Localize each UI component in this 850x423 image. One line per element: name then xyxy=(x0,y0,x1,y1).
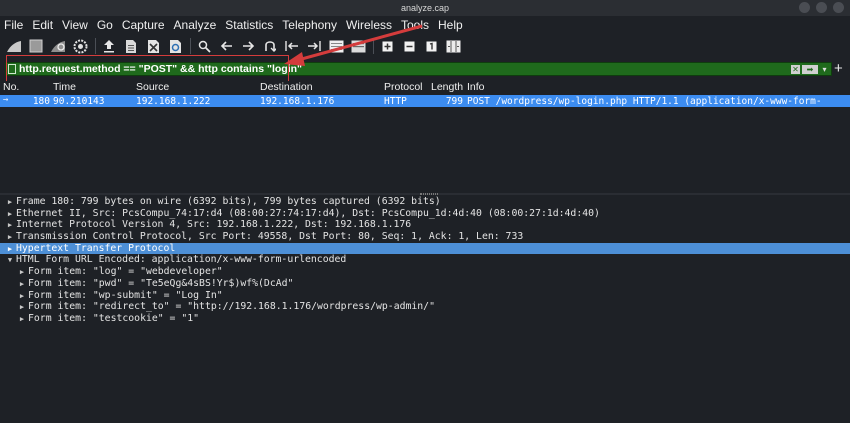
autoscroll-icon[interactable] xyxy=(328,38,344,54)
column-header-destination[interactable]: Destination xyxy=(260,81,384,95)
restart-icon[interactable] xyxy=(50,38,66,54)
apply-filter-icon[interactable]: ➡ xyxy=(802,64,818,74)
first-packet-icon[interactable] xyxy=(284,38,300,54)
maximize-button[interactable] xyxy=(816,2,827,13)
window-titlebar: analyze.cap xyxy=(0,0,850,16)
detail-form-item[interactable]: ▶ Form item: "log" = "webdeveloper" xyxy=(0,266,850,278)
expand-arrow-icon[interactable]: ▶ xyxy=(16,314,28,326)
menu-tools[interactable]: Tools xyxy=(401,18,429,32)
menu-analyze[interactable]: Analyze xyxy=(174,18,217,32)
window-controls xyxy=(799,2,844,13)
column-header-no[interactable]: No. xyxy=(0,81,53,95)
detail-text: Form item: "wp-submit" = "Log In" xyxy=(28,289,223,301)
close-window-button[interactable] xyxy=(833,2,844,13)
packet-row[interactable]: → 180 90.210143 192.168.1.222 192.168.1.… xyxy=(0,95,850,107)
last-packet-icon[interactable] xyxy=(306,38,322,54)
open-file-icon[interactable] xyxy=(101,38,117,54)
zoom-in-icon[interactable] xyxy=(379,38,395,54)
menu-go[interactable]: Go xyxy=(97,18,113,32)
detail-text: Form item: "log" = "webdeveloper" xyxy=(28,266,223,278)
detail-form-item[interactable]: ▶ Form item: "testcookie" = "1" xyxy=(0,313,850,325)
packet-time: 90.210143 xyxy=(53,95,105,107)
detail-form-item[interactable]: ▶ Form item: "wp-submit" = "Log In" xyxy=(0,290,850,302)
splitter-grip[interactable] xyxy=(420,193,438,195)
detail-text: Form item: "redirect_to" = "http://192.1… xyxy=(28,301,435,313)
column-header-length[interactable]: Length xyxy=(431,81,467,95)
toolbar-separator xyxy=(373,38,374,54)
column-header-info[interactable]: Info xyxy=(467,81,850,95)
display-filter-input[interactable]: http.request.method == "POST" && http co… xyxy=(19,63,791,75)
detail-form-item[interactable]: ▶ Form item: "pwd" = "Te5eQg&4sBS!Yr$)wf%… xyxy=(0,278,850,290)
detail-text: Ethernet II, Src: PcsCompu_74:17:d4 (08:… xyxy=(16,207,600,219)
packet-details-pane: ▶ Frame 180: 799 bytes on wire (6392 bits… xyxy=(0,196,850,325)
reload-icon[interactable] xyxy=(167,38,183,54)
stop-icon[interactable] xyxy=(28,38,44,54)
column-header-protocol[interactable]: Protocol xyxy=(384,81,431,95)
menu-edit[interactable]: Edit xyxy=(32,18,53,32)
detail-text: Transmission Control Protocol, Src Port:… xyxy=(16,231,524,243)
detail-text: Form item: "pwd" = "Te5eQg&4sBS!Yr$)wf%(… xyxy=(28,277,294,289)
close-file-icon[interactable] xyxy=(145,38,161,54)
detail-text: Form item: "testcookie" = "1" xyxy=(28,312,200,324)
packet-info: POST /wordpress/wp-login.php HTTP/1.1 (a… xyxy=(467,95,822,107)
column-header-source[interactable]: Source xyxy=(136,81,260,95)
detail-form-item[interactable]: ▶ Form item: "redirect_to" = "http://192.… xyxy=(0,301,850,313)
detail-ipv4[interactable]: ▶ Internet Protocol Version 4, Src: 192.1… xyxy=(0,219,850,231)
menu-view[interactable]: View xyxy=(62,18,88,32)
toolbar-separator xyxy=(190,38,191,54)
packet-destination: 192.168.1.176 xyxy=(260,95,335,107)
save-file-icon[interactable] xyxy=(123,38,139,54)
window-title: analyze.cap xyxy=(400,3,450,13)
menu-statistics[interactable]: Statistics xyxy=(225,18,273,32)
related-packet-icon: → xyxy=(3,95,9,105)
clear-filter-icon[interactable]: ✕ xyxy=(791,64,800,74)
forward-arrow-icon[interactable] xyxy=(240,38,256,54)
minimize-button[interactable] xyxy=(799,2,810,13)
go-to-packet-icon[interactable] xyxy=(262,38,278,54)
add-filter-button[interactable]: + xyxy=(834,61,843,76)
detail-text: Internet Protocol Version 4, Src: 192.16… xyxy=(16,219,412,231)
search-icon[interactable] xyxy=(196,38,212,54)
back-arrow-icon[interactable] xyxy=(218,38,234,54)
main-toolbar xyxy=(0,35,850,57)
packet-protocol: HTTP xyxy=(384,95,407,107)
menu-bar: File Edit View Go Capture Analyze Statis… xyxy=(0,16,850,34)
detail-ethernet[interactable]: ▶ Ethernet II, Src: PcsCompu_74:17:d4 (08… xyxy=(0,208,850,220)
detail-frame[interactable]: ▶ Frame 180: 799 bytes on wire (6392 bits… xyxy=(0,196,850,208)
bookmark-icon[interactable] xyxy=(8,64,16,74)
options-gear-icon[interactable] xyxy=(72,38,88,54)
detail-tcp[interactable]: ▶ Transmission Control Protocol, Src Port… xyxy=(0,231,850,243)
menu-wireless[interactable]: Wireless xyxy=(346,18,392,32)
detail-text: HTML Form URL Encoded: application/x-www… xyxy=(16,254,347,266)
packet-length: 799 xyxy=(445,95,463,107)
normal-size-icon[interactable] xyxy=(423,38,439,54)
shark-fin-icon[interactable] xyxy=(6,38,22,54)
packet-list-header: No. Time Source Destination Protocol Len… xyxy=(0,81,850,95)
toolbar-separator xyxy=(95,38,96,54)
resize-columns-icon[interactable] xyxy=(445,38,461,54)
menu-telephony[interactable]: Telephony xyxy=(282,18,337,32)
detail-text: Frame 180: 799 bytes on wire (6392 bits)… xyxy=(16,196,441,207)
detail-text: Hypertext Transfer Protocol xyxy=(16,242,176,254)
display-filter-bar: http.request.method == "POST" && http co… xyxy=(5,62,832,76)
zoom-out-icon[interactable] xyxy=(401,38,417,54)
detail-form-encoded[interactable]: ▼ HTML Form URL Encoded: application/x-ww… xyxy=(0,254,850,266)
menu-help[interactable]: Help xyxy=(438,18,463,32)
colorize-icon[interactable] xyxy=(350,38,366,54)
column-header-time[interactable]: Time xyxy=(53,81,136,95)
menu-file[interactable]: File xyxy=(4,18,23,32)
menu-capture[interactable]: Capture xyxy=(122,18,165,32)
packet-source: 192.168.1.222 xyxy=(136,95,211,107)
detail-http[interactable]: ▶ Hypertext Transfer Protocol xyxy=(0,242,850,255)
chevron-down-icon[interactable]: ▾ xyxy=(820,65,829,74)
